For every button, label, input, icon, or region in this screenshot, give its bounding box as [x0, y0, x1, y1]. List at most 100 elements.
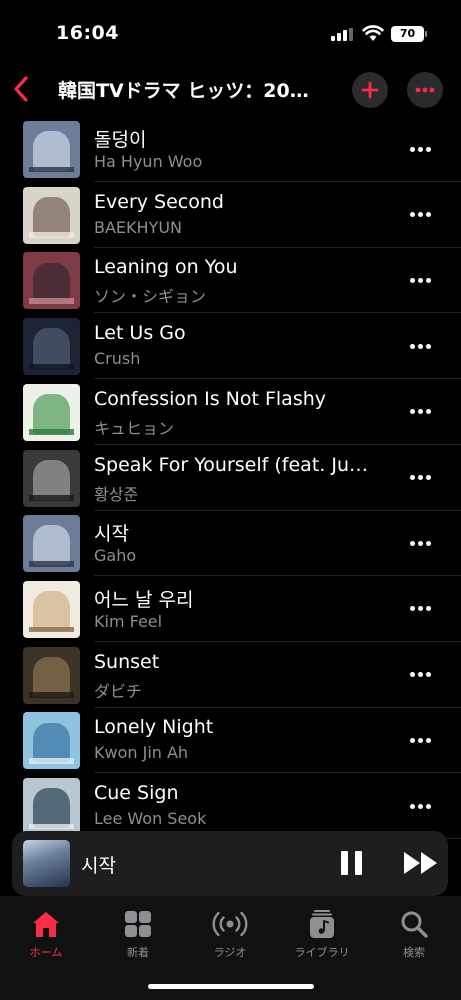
track-more-button[interactable]: [405, 596, 435, 622]
plus-icon: [361, 81, 379, 99]
track-row[interactable]: Lonely Night Kwon Jin Ah: [0, 707, 461, 774]
tab-home[interactable]: ホーム: [0, 908, 92, 964]
ellipsis-icon: [409, 343, 415, 349]
status-bar: 16:04 70: [0, 0, 461, 62]
track-row[interactable]: Speak For Yourself (feat. Ju… 황상준: [0, 445, 461, 511]
cellular-signal-icon: [331, 28, 353, 41]
track-title: Sunset: [94, 650, 160, 673]
album-artwork: [23, 121, 80, 178]
ellipsis-icon: [409, 803, 415, 809]
tab-new-label: 新着: [127, 946, 149, 959]
album-artwork: [23, 252, 80, 310]
ellipsis-icon: [409, 409, 415, 415]
ellipsis-icon: [425, 277, 431, 283]
ellipsis-icon: [417, 475, 423, 480]
track-artist: Gaho: [94, 546, 137, 566]
home-icon: [33, 912, 59, 937]
ellipsis-icon: [409, 672, 415, 678]
track-more-button[interactable]: [405, 333, 435, 359]
back-button[interactable]: [8, 72, 34, 106]
tab-new[interactable]: 新着: [92, 908, 184, 964]
track-row[interactable]: 시작 Gaho: [0, 510, 461, 577]
ellipsis-icon: [409, 606, 415, 612]
album-artwork: [23, 646, 80, 704]
track-row[interactable]: Sunset ダビチ: [0, 642, 461, 708]
mini-player-artwork: [23, 840, 70, 887]
track-artist: ソン・シギョン: [94, 287, 207, 307]
track-more-button[interactable]: [405, 267, 435, 293]
track-more-button[interactable]: [405, 465, 435, 491]
ellipsis-icon: [425, 606, 431, 612]
ellipsis-icon: [417, 737, 423, 743]
track-artist: 황상준: [94, 484, 139, 504]
tab-library-label: ライブラリ: [294, 946, 350, 959]
album-artwork: [23, 186, 80, 244]
track-row[interactable]: 돌덩이 Ha Hyun Woo: [0, 116, 461, 182]
nav-header: 韓国TVドラマ ヒッツ：20…: [0, 62, 461, 116]
track-row[interactable]: Let Us Go Crush: [0, 313, 461, 380]
pause-icon: [355, 851, 362, 875]
track-title: Every Second: [94, 190, 224, 213]
grid-icon: [125, 911, 151, 937]
ellipsis-icon: [425, 737, 431, 743]
track-more-button[interactable]: [405, 530, 435, 556]
album-artwork: [23, 318, 80, 376]
pause-button[interactable]: [339, 849, 365, 877]
tab-library[interactable]: ライブラリ: [276, 908, 368, 964]
track-artist: Kim Feel: [94, 611, 163, 631]
ellipsis-icon: [409, 212, 415, 218]
track-title: Cue Sign: [94, 782, 179, 804]
tab-radio[interactable]: ラジオ: [184, 908, 276, 964]
ellipsis-icon: [417, 343, 423, 349]
track-artist: キュヒョン: [94, 418, 175, 438]
ellipsis-icon: [409, 475, 415, 480]
playlist-title: 韓国TVドラマ ヒッツ：20…: [58, 80, 309, 102]
track-more-button[interactable]: [405, 727, 435, 753]
track-more-button[interactable]: [405, 202, 435, 228]
track-artist: Crush: [94, 349, 141, 369]
ellipsis-icon: [425, 540, 431, 546]
track-more-button[interactable]: [405, 793, 435, 819]
chevron-left-icon: [14, 76, 28, 102]
album-artwork: [23, 580, 80, 638]
track-row[interactable]: Leaning on You ソン・シギョン: [0, 247, 461, 314]
tab-home-label: ホーム: [29, 946, 63, 959]
status-time: 16:04: [56, 22, 119, 44]
ellipsis-icon: [417, 277, 423, 283]
track-more-button[interactable]: [405, 399, 435, 425]
battery-tip: [425, 31, 427, 37]
track-artist: Ha Hyun Woo: [94, 152, 203, 171]
ellipsis-icon: [409, 146, 415, 152]
ellipsis-icon: [425, 672, 431, 678]
album-artwork: [23, 449, 80, 507]
mini-player[interactable]: 시작: [12, 831, 448, 896]
track-title: Confession Is Not Flashy: [94, 387, 326, 410]
track-more-button[interactable]: [405, 662, 435, 688]
track-artist: ダビチ: [94, 681, 143, 701]
track-row[interactable]: Confession Is Not Flashy キュヒョン: [0, 379, 461, 445]
skip-forward-button[interactable]: [403, 849, 441, 877]
wifi-icon: [362, 25, 384, 41]
tab-search[interactable]: 検索: [368, 908, 460, 964]
track-title: Speak For Yourself (feat. Ju…: [94, 453, 368, 476]
track-row[interactable]: Every Second BAEKHYUN: [0, 182, 461, 248]
more-options-button[interactable]: [407, 72, 443, 108]
ellipsis-icon: [425, 803, 431, 809]
ellipsis-icon: [417, 803, 423, 809]
library-icon: [310, 910, 334, 938]
track-more-button[interactable]: [405, 136, 435, 162]
ellipsis-icon: [425, 409, 431, 415]
track-artist: Kwon Jin Ah: [94, 743, 189, 763]
album-artwork: [23, 712, 80, 770]
ellipsis-icon: [417, 146, 423, 152]
track-row[interactable]: Cue Sign Lee Won Seok: [0, 773, 461, 839]
add-button[interactable]: [352, 72, 388, 108]
track-row[interactable]: 어느 날 우리 Kim Feel: [0, 576, 461, 642]
ellipsis-icon: [415, 87, 435, 93]
track-title: Lonely Night: [94, 716, 214, 739]
ellipsis-icon: [409, 277, 415, 283]
tab-radio-label: ラジオ: [213, 946, 247, 959]
mini-player-title: 시작: [81, 855, 116, 877]
album-artwork: [23, 383, 80, 441]
pause-icon: [341, 851, 348, 875]
